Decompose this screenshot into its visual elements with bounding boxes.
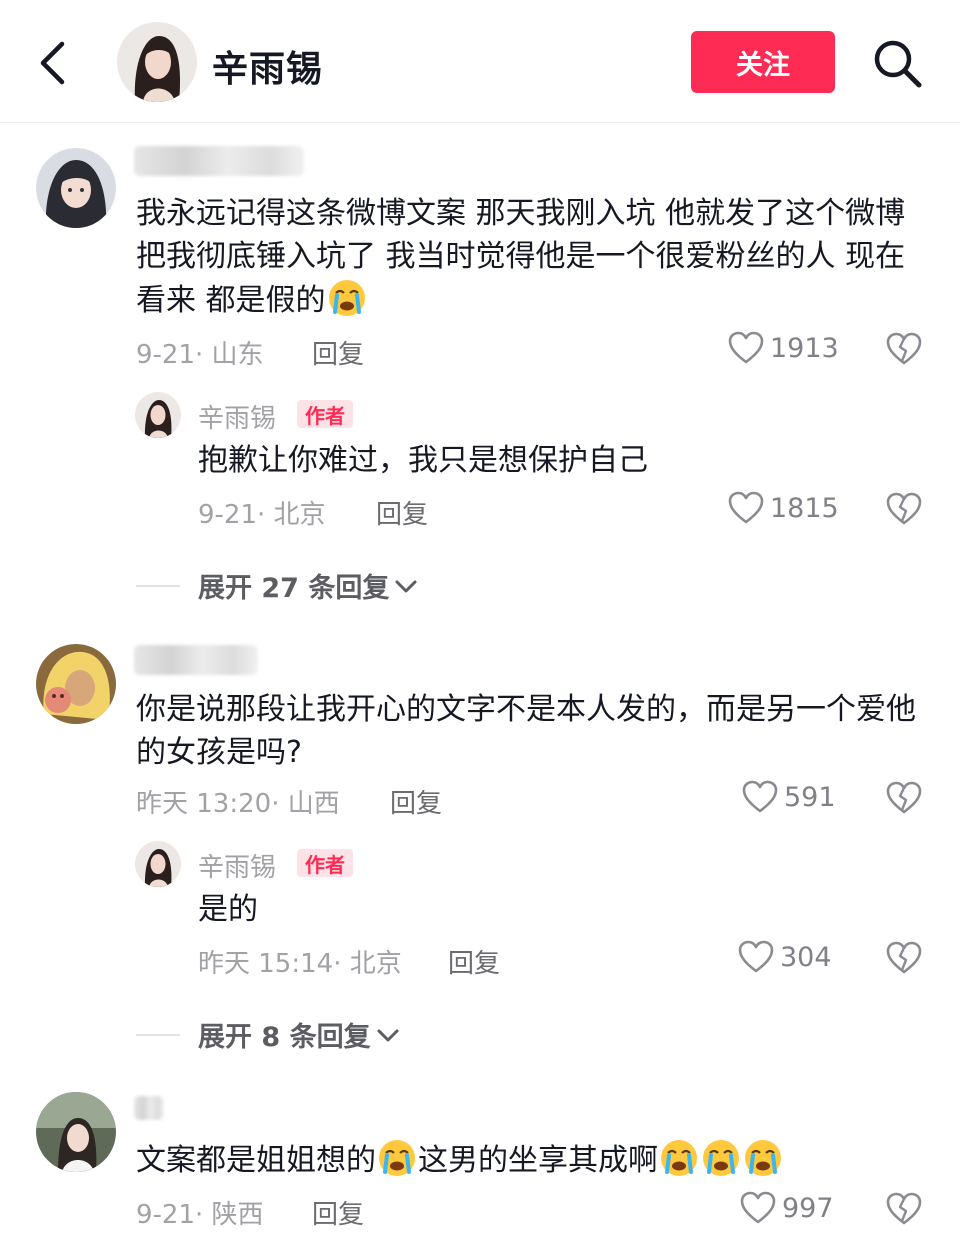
loudly-crying-face-icon — [661, 1140, 697, 1176]
broken-heart-icon — [886, 332, 922, 365]
chevron-down-icon — [377, 1029, 399, 1041]
expand-replies-button[interactable]: 展开 27 条回复 — [136, 566, 419, 605]
like-count: 997 — [782, 1192, 834, 1224]
reply-button[interactable]: 回复 — [312, 1194, 364, 1231]
author-avatar[interactable] — [135, 392, 181, 438]
comment-text: 我永远记得这条微博文案 那天我刚入坑 他就发了这个微博 把我彻底锤入坑了 我当时… — [136, 196, 906, 318]
search-button[interactable] — [872, 38, 924, 90]
author-name[interactable]: 辛雨锡 — [198, 398, 276, 435]
expand-replies-label: 展开 8 条回复 — [198, 1022, 371, 1053]
reply-button[interactable]: 回复 — [448, 943, 500, 980]
comment-date-location: 9-21· 陕西 — [136, 1200, 264, 1230]
reply-button[interactable]: 回复 — [376, 494, 428, 531]
divider — [136, 584, 180, 587]
like-button[interactable]: 997 — [740, 1191, 834, 1225]
like-count: 304 — [780, 941, 832, 973]
commenter-name-blurred[interactable] — [134, 146, 304, 176]
loudly-crying-face-icon — [328, 280, 365, 316]
broken-heart-icon — [886, 1192, 922, 1225]
commenter-name-blurred[interactable] — [134, 645, 258, 675]
loudly-crying-face-icon — [379, 1140, 415, 1176]
heart-icon — [738, 940, 774, 973]
like-count: 1815 — [770, 492, 839, 524]
follow-button[interactable]: 关注 — [691, 31, 835, 93]
comment-date-location: 昨天 13:20· 山西 — [136, 789, 340, 819]
chevron-left-icon — [40, 41, 65, 85]
dislike-button[interactable] — [886, 1192, 922, 1226]
like-button[interactable]: 1913 — [728, 331, 839, 365]
dislike-button[interactable] — [886, 492, 922, 526]
broken-heart-icon — [886, 941, 922, 974]
like-button[interactable]: 1815 — [728, 491, 839, 525]
like-count: 591 — [784, 781, 836, 813]
reply-button[interactable]: 回复 — [390, 783, 442, 820]
author-name[interactable]: 辛雨锡 — [198, 847, 276, 884]
heart-icon — [728, 491, 764, 524]
top-bar: 辛雨锡 关注 — [0, 0, 960, 123]
profile-name[interactable]: 辛雨锡 — [212, 40, 323, 92]
reply-text: 是的 — [198, 892, 258, 927]
comment-text: 你是说那段让我开心的文字不是本人发的，而是另一个爱他的女孩是吗? — [136, 692, 916, 770]
reply-button[interactable]: 回复 — [312, 334, 364, 371]
commenter-avatar[interactable] — [36, 1092, 116, 1172]
comment-text: 文案都是姐姐想的 这男的坐享其成啊 — [136, 1138, 916, 1182]
dislike-button[interactable] — [886, 941, 922, 975]
search-icon — [874, 40, 922, 88]
author-badge: 作者 — [297, 400, 353, 428]
heart-icon — [728, 331, 764, 364]
expand-replies-button[interactable]: 展开 8 条回复 — [136, 1015, 401, 1054]
author-badge: 作者 — [297, 849, 353, 877]
reply-text: 抱歉让你难过，我只是想保护自己 — [198, 443, 648, 478]
loudly-crying-face-icon — [703, 1140, 739, 1176]
reply-date-location: 9-21· 北京 — [198, 500, 326, 530]
author-avatar[interactable] — [135, 841, 181, 887]
broken-heart-icon — [886, 781, 922, 814]
back-button[interactable] — [34, 38, 74, 88]
like-button[interactable]: 591 — [742, 780, 836, 814]
dislike-button[interactable] — [886, 781, 922, 815]
divider — [136, 1033, 180, 1036]
like-button[interactable]: 304 — [738, 940, 832, 974]
comment-date-location: 9-21· 山东 — [136, 340, 264, 370]
commenter-avatar[interactable] — [36, 644, 116, 724]
broken-heart-icon — [886, 492, 922, 525]
heart-icon — [742, 780, 778, 813]
commenter-name-blurred[interactable] — [134, 1096, 164, 1120]
commenter-avatar[interactable] — [36, 148, 116, 228]
dislike-button[interactable] — [886, 332, 922, 366]
loudly-crying-face-icon — [745, 1140, 781, 1176]
heart-icon — [740, 1191, 776, 1224]
chevron-down-icon — [395, 580, 417, 592]
reply-date-location: 昨天 15:14· 北京 — [198, 949, 402, 979]
expand-replies-label: 展开 27 条回复 — [198, 573, 390, 604]
profile-avatar[interactable] — [117, 22, 197, 102]
like-count: 1913 — [770, 332, 839, 364]
